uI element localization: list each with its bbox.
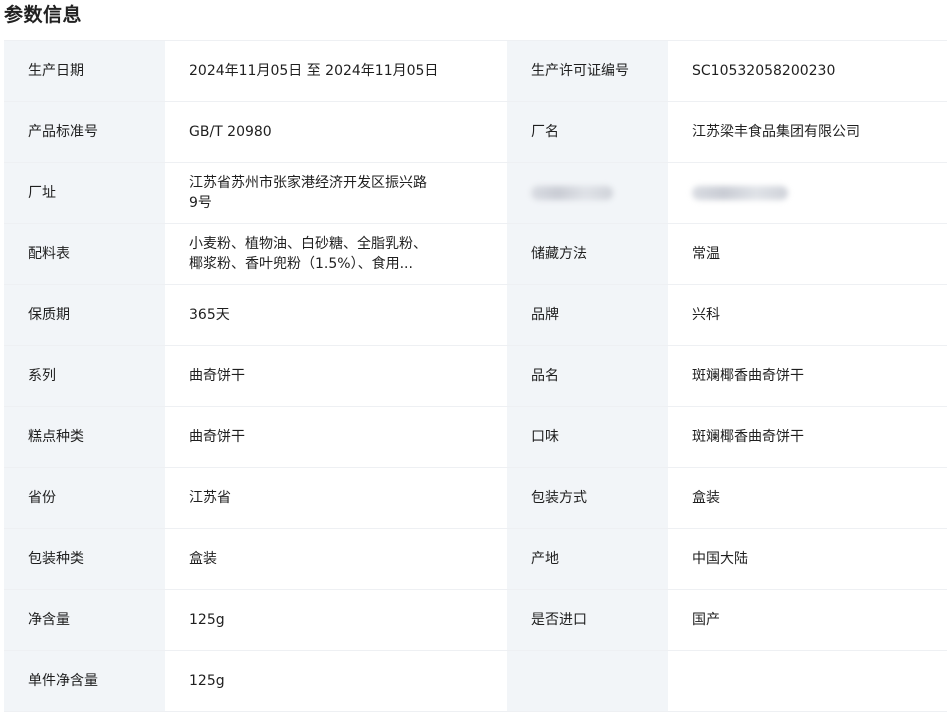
table-row: 包装种类 盒装 产地 中国大陆 xyxy=(4,529,947,590)
param-value-text: 小麦粉、植物油、白砂糖、全脂乳粉、椰浆粉、香叶兜粉（1.5%）、食用... xyxy=(189,236,427,272)
param-value: 江苏梁丰食品集团有限公司 xyxy=(668,102,947,162)
table-row: 保质期 365天 品牌 兴科 xyxy=(4,285,947,346)
param-label: 品牌 xyxy=(507,285,668,345)
param-value: 365天 xyxy=(165,285,507,345)
table-row: 厂址 江苏省苏州市张家港经济开发区振兴路9号 xyxy=(4,163,947,224)
param-value-redacted xyxy=(668,163,947,223)
params-table: 生产日期 2024年11月05日 至 2024年11月05日 生产许可证编号 S… xyxy=(4,40,947,712)
param-value-empty xyxy=(668,651,947,711)
param-value-text: 江苏省苏州市张家港经济开发区振兴路9号 xyxy=(189,175,427,211)
param-value: SC10532058200230 xyxy=(668,41,947,101)
table-row: 净含量 125g 是否进口 国产 xyxy=(4,590,947,651)
param-label: 口味 xyxy=(507,407,668,467)
redacted-blur xyxy=(531,186,613,200)
param-label: 是否进口 xyxy=(507,590,668,650)
param-label: 净含量 xyxy=(4,590,165,650)
param-label: 储藏方法 xyxy=(507,224,668,284)
param-value: 盒装 xyxy=(165,529,507,589)
param-value: 国产 xyxy=(668,590,947,650)
param-value: 常温 xyxy=(668,224,947,284)
table-row: 省份 江苏省 包装方式 盒装 xyxy=(4,468,947,529)
param-label: 单件净含量 xyxy=(4,651,165,711)
table-row: 系列 曲奇饼干 品名 斑斓椰香曲奇饼干 xyxy=(4,346,947,407)
param-value: 曲奇饼干 xyxy=(165,346,507,406)
table-row: 产品标准号 GB/T 20980 厂名 江苏梁丰食品集团有限公司 xyxy=(4,102,947,163)
param-value: 125g xyxy=(165,590,507,650)
table-row: 糕点种类 曲奇饼干 口味 斑斓椰香曲奇饼干 xyxy=(4,407,947,468)
table-row: 生产日期 2024年11月05日 至 2024年11月05日 生产许可证编号 S… xyxy=(4,41,947,102)
param-label: 产地 xyxy=(507,529,668,589)
param-value: 曲奇饼干 xyxy=(165,407,507,467)
param-value: 斑斓椰香曲奇饼干 xyxy=(668,407,947,467)
param-value: 125g xyxy=(165,651,507,711)
param-value: GB/T 20980 xyxy=(165,102,507,162)
param-label: 厂名 xyxy=(507,102,668,162)
param-value: 盒装 xyxy=(668,468,947,528)
section-title: 参数信息 xyxy=(4,4,83,26)
param-label: 包装方式 xyxy=(507,468,668,528)
param-value: 兴科 xyxy=(668,285,947,345)
param-label: 配料表 xyxy=(4,224,165,284)
param-label: 产品标准号 xyxy=(4,102,165,162)
table-row: 配料表 小麦粉、植物油、白砂糖、全脂乳粉、椰浆粉、香叶兜粉（1.5%）、食用..… xyxy=(4,224,947,285)
param-label: 品名 xyxy=(507,346,668,406)
redacted-blur xyxy=(692,186,788,200)
table-row: 单件净含量 125g xyxy=(4,651,947,712)
param-label: 生产日期 xyxy=(4,41,165,101)
param-label: 保质期 xyxy=(4,285,165,345)
param-label: 厂址 xyxy=(4,163,165,223)
param-value: 2024年11月05日 至 2024年11月05日 xyxy=(165,41,507,101)
param-label-redacted xyxy=(507,163,668,223)
param-value: 小麦粉、植物油、白砂糖、全脂乳粉、椰浆粉、香叶兜粉（1.5%）、食用... xyxy=(165,224,507,284)
param-label: 生产许可证编号 xyxy=(507,41,668,101)
param-label: 省份 xyxy=(4,468,165,528)
param-label: 糕点种类 xyxy=(4,407,165,467)
param-label: 包装种类 xyxy=(4,529,165,589)
param-value: 江苏省苏州市张家港经济开发区振兴路9号 xyxy=(165,163,507,223)
param-label: 系列 xyxy=(4,346,165,406)
param-label-empty xyxy=(507,651,668,711)
param-value: 中国大陆 xyxy=(668,529,947,589)
param-value: 斑斓椰香曲奇饼干 xyxy=(668,346,947,406)
param-value: 江苏省 xyxy=(165,468,507,528)
